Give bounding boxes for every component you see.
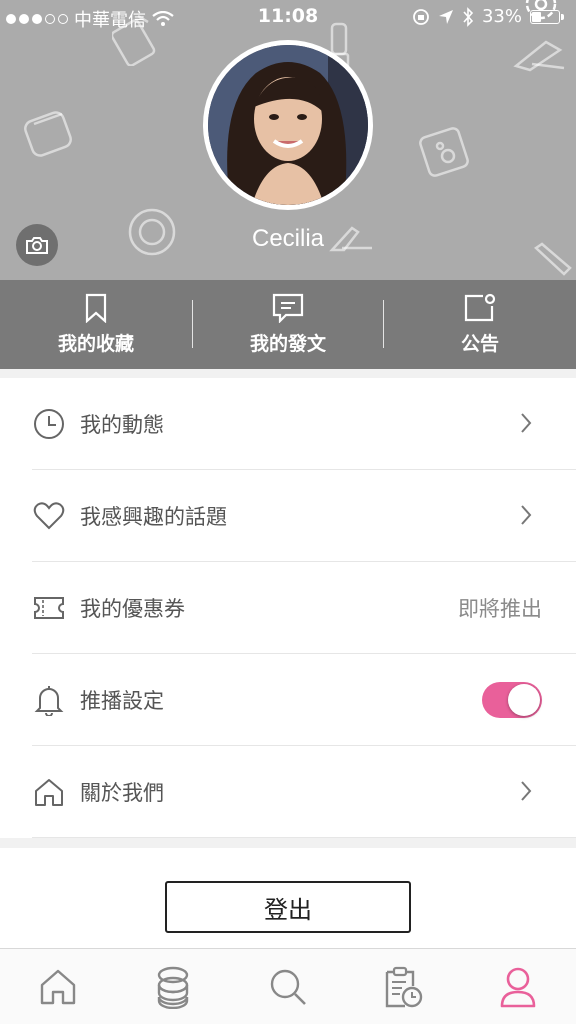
- avatar[interactable]: [208, 45, 368, 205]
- message-icon: [272, 293, 304, 323]
- announcements-button[interactable]: 公告: [384, 280, 576, 369]
- menu-item-push-settings: 推播設定: [32, 654, 576, 746]
- tab-home[interactable]: [0, 949, 115, 1024]
- user-icon: [501, 967, 536, 1007]
- menu-item-activity[interactable]: 我的動態: [32, 378, 576, 470]
- home-outline-icon: [35, 779, 63, 806]
- profile-header: 中華電信 11:08 33% Cecilia: [0, 0, 576, 280]
- compact-powder-icon: [157, 966, 188, 1009]
- bell-icon: [34, 686, 64, 716]
- bookmark-icon: [85, 293, 107, 323]
- tab-profile[interactable]: [461, 949, 576, 1024]
- tab-schedule[interactable]: [346, 949, 461, 1024]
- brush-decor-icon: [513, 40, 565, 72]
- status-bar: 中華電信 11:08 33%: [0, 0, 576, 34]
- menu-divider: [32, 837, 576, 838]
- location-icon: [438, 9, 453, 24]
- logout-button[interactable]: 登出: [165, 881, 411, 933]
- calendar-clock-icon: [386, 966, 423, 1007]
- rotation-lock-icon: [413, 8, 429, 25]
- avatar-photo: [208, 45, 368, 205]
- my-posts-label: 我的發文: [249, 333, 326, 355]
- camera-icon: [26, 237, 48, 254]
- coming-soon-text: 即將推出: [458, 597, 542, 621]
- clock-icon: [34, 409, 64, 439]
- toggle-knob: [508, 684, 540, 716]
- home-icon: [40, 969, 75, 1004]
- menu-item-about[interactable]: 關於我們: [32, 746, 576, 838]
- menu-item-interests-label: 我感興趣的話題: [80, 505, 227, 529]
- my-posts-button[interactable]: 我的發文: [192, 280, 384, 369]
- push-notification-toggle[interactable]: [482, 682, 542, 718]
- chevron-right-icon: [521, 413, 532, 433]
- favorites-label: 我的收藏: [57, 333, 134, 355]
- tab-products[interactable]: [115, 949, 230, 1024]
- battery-percent: 33%: [481, 6, 522, 27]
- tab-search[interactable]: [230, 949, 345, 1024]
- chevron-right-icon: [521, 505, 532, 525]
- settings-menu: 我的動態 我感興趣的話題 我的優惠券 即將推出 推播設定 關於我們: [0, 378, 576, 838]
- change-photo-button[interactable]: [16, 224, 58, 266]
- menu-item-about-label: 關於我們: [80, 781, 164, 805]
- menu-item-activity-label: 我的動態: [80, 413, 164, 437]
- ticket-icon: [34, 597, 64, 619]
- search-icon: [270, 969, 306, 1005]
- action-divider: [192, 300, 193, 348]
- favorites-button[interactable]: 我的收藏: [0, 280, 192, 369]
- menu-item-interests[interactable]: 我感興趣的話題: [32, 470, 576, 562]
- bluetooth-icon: [463, 6, 474, 27]
- settings-gear-icon[interactable]: [522, 0, 560, 24]
- bottom-tab-bar: [0, 948, 576, 1024]
- profile-action-bar: 我的收藏 我的發文 公告: [0, 280, 576, 369]
- logout-section: 登出: [0, 848, 576, 948]
- menu-item-coupons[interactable]: 我的優惠券 即將推出: [32, 562, 576, 654]
- chevron-right-icon: [521, 781, 532, 801]
- palette-decor-icon: [419, 127, 469, 177]
- notification-icon: [464, 293, 496, 322]
- action-divider: [383, 300, 384, 348]
- username: Cecilia: [251, 225, 325, 252]
- announcements-label: 公告: [460, 333, 499, 355]
- heart-icon: [33, 502, 65, 530]
- base-compact-decor-icon: [24, 111, 72, 157]
